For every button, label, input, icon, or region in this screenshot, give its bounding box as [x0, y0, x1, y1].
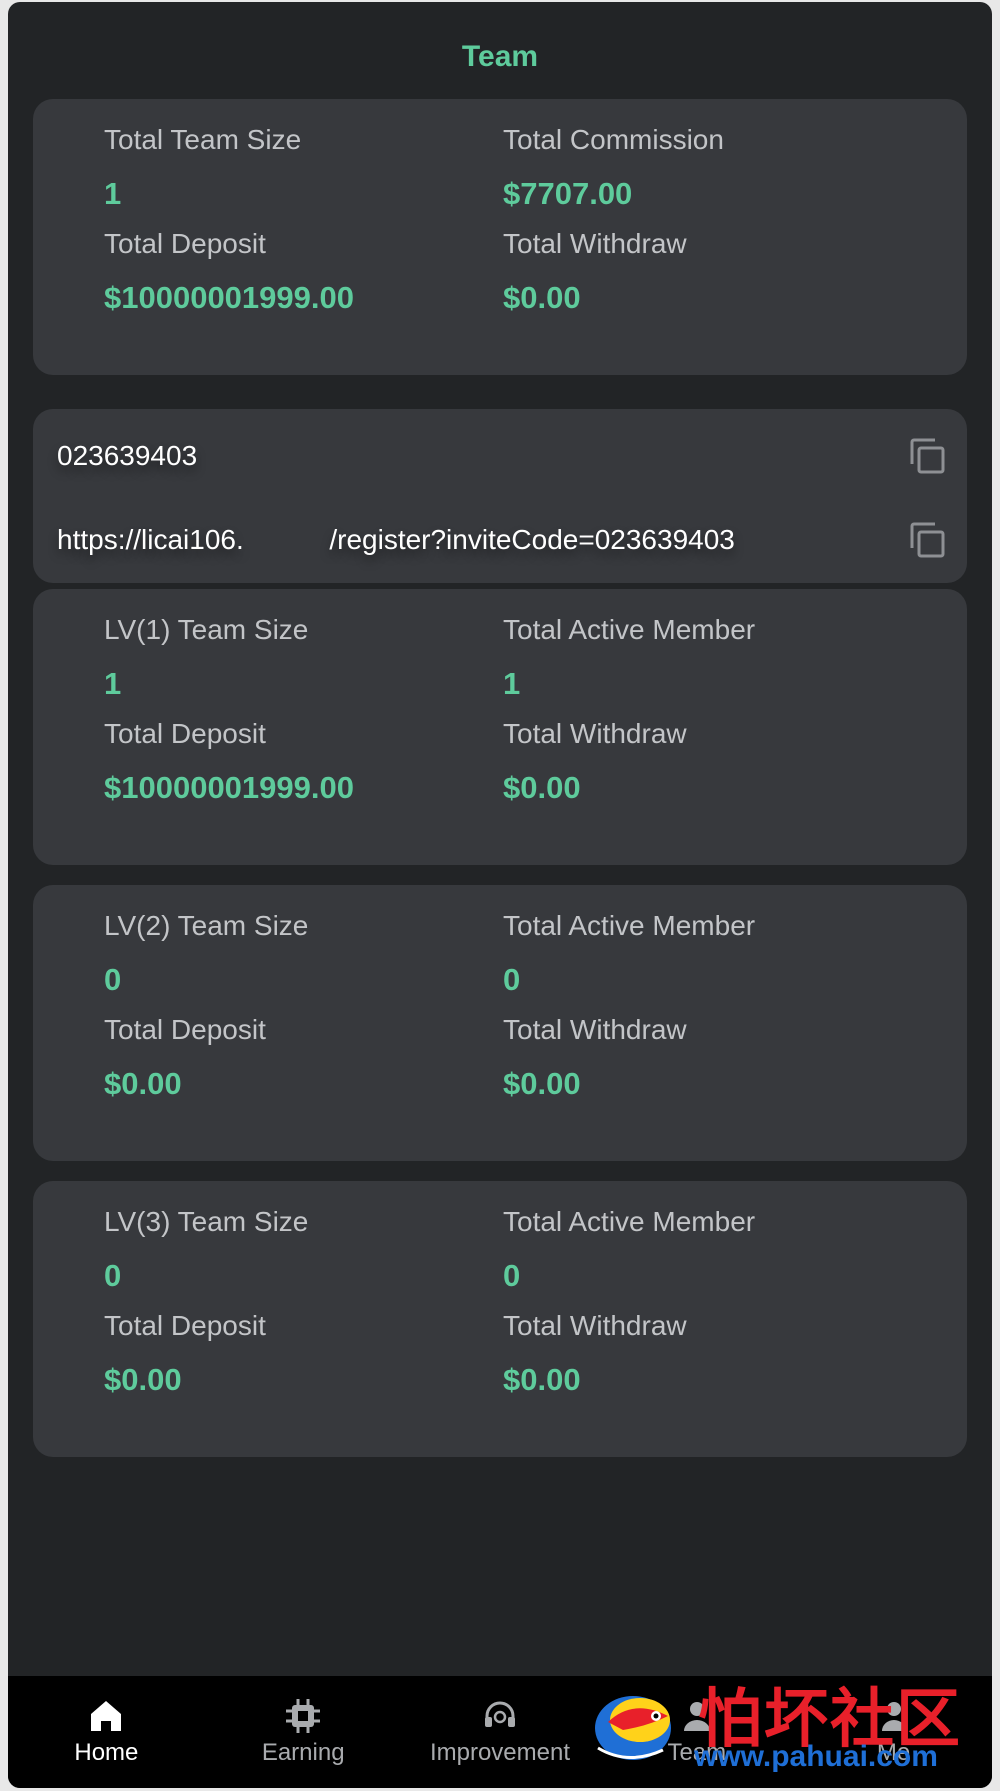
stat-value: $0.00 [503, 1362, 581, 1397]
stat-value: 0 [503, 1258, 521, 1293]
stat-label: Total Withdraw [503, 228, 687, 259]
stat-value: $0.00 [503, 1066, 581, 1101]
level-3-card: LV(3) Team Size 0 Total Active Member 0 … [33, 1181, 967, 1457]
team-summary-card: Total Team Size 1 Total Commission $7707… [33, 99, 967, 375]
level-active-member: Total Active Member 0 [503, 909, 883, 999]
level-withdraw: Total Withdraw $0.00 [503, 1309, 883, 1399]
stat-label: Total Commission [503, 124, 724, 155]
total-deposit: Total Deposit $10000001999.00 [104, 227, 484, 317]
stat-label: LV(2) Team Size [104, 910, 309, 941]
level-team-size: LV(3) Team Size 0 [104, 1205, 484, 1295]
level-active-member: Total Active Member 1 [503, 613, 883, 703]
stat-value: 1 [104, 666, 122, 701]
stat-label: Total Team Size [104, 124, 302, 155]
page-header: Team [8, 2, 992, 112]
nav-label: Improvement [429, 1739, 571, 1766]
watermark-url: www.pahuai.com [694, 1740, 938, 1773]
total-commission: Total Commission $7707.00 [503, 123, 883, 213]
fish-logo-icon [595, 1696, 671, 1760]
total-withdraw: Total Withdraw $0.00 [503, 227, 883, 317]
stat-label: Total Withdraw [503, 718, 687, 749]
copy-icon[interactable] [907, 436, 947, 476]
stat-label: Total Withdraw [503, 1014, 687, 1045]
invite-code-text: 023639403 [57, 440, 198, 471]
level-deposit: Total Deposit $0.00 [104, 1309, 484, 1399]
level-active-member: Total Active Member 0 [503, 1205, 883, 1295]
chip-icon [286, 1699, 321, 1733]
stat-value: $0.00 [503, 280, 581, 315]
stat-value: $0.00 [503, 770, 581, 805]
nav-label: Home [74, 1739, 139, 1766]
stat-label: Total Deposit [104, 1014, 266, 1045]
invite-code-row: 023639403 [57, 431, 947, 481]
invite-card: 023639403 https://licai106. /register?in… [33, 409, 967, 583]
stat-value: 0 [503, 962, 521, 997]
stat-value: $0.00 [104, 1362, 182, 1397]
stat-label: Total Deposit [104, 718, 266, 749]
nav-label: Earning [261, 1739, 345, 1766]
stat-value: 0 [104, 962, 122, 997]
stat-value: 1 [104, 176, 122, 211]
watermark: 怕坏社区 www.pahuai.com [588, 1668, 978, 1778]
stat-label: Total Active Member [503, 1206, 756, 1237]
level-withdraw: Total Withdraw $0.00 [503, 717, 883, 807]
stat-value: 0 [104, 1258, 122, 1293]
stat-value: $10000001999.00 [104, 280, 354, 315]
stat-label: Total Deposit [104, 1310, 266, 1341]
nav-improvement[interactable]: Improvement [402, 1676, 599, 1788]
app-screen: Team Total Team Size 1 Total Commission … [8, 2, 992, 1788]
level-withdraw: Total Withdraw $0.00 [503, 1013, 883, 1103]
stat-label: Total Active Member [503, 614, 756, 645]
total-team-size: Total Team Size 1 [104, 123, 484, 213]
level-deposit: Total Deposit $10000001999.00 [104, 717, 484, 807]
level-1-card: LV(1) Team Size 1 Total Active Member 1 … [33, 589, 967, 865]
invite-link-text: https://licai106. /register?inviteCode=0… [57, 524, 735, 555]
level-2-card: LV(2) Team Size 0 Total Active Member 0 … [33, 885, 967, 1161]
home-icon [91, 1701, 122, 1731]
nav-home[interactable]: Home [8, 1676, 205, 1788]
invite-link-row: https://licai106. /register?inviteCode=0… [57, 515, 947, 565]
stat-value: 1 [503, 666, 521, 701]
stat-label: Total Deposit [104, 228, 266, 259]
page-title: Team [461, 40, 539, 73]
stat-value: $10000001999.00 [104, 770, 354, 805]
level-team-size: LV(1) Team Size 1 [104, 613, 484, 703]
stat-value: $7707.00 [503, 176, 633, 211]
stat-label: LV(1) Team Size [104, 614, 309, 645]
stat-value: $0.00 [104, 1066, 182, 1101]
stat-label: Total Active Member [503, 910, 756, 941]
headset-icon [484, 1701, 515, 1727]
stat-label: Total Withdraw [503, 1310, 687, 1341]
level-deposit: Total Deposit $0.00 [104, 1013, 484, 1103]
stat-label: LV(3) Team Size [104, 1206, 309, 1237]
copy-icon[interactable] [907, 520, 947, 560]
level-team-size: LV(2) Team Size 0 [104, 909, 484, 999]
nav-earning[interactable]: Earning [205, 1676, 402, 1788]
